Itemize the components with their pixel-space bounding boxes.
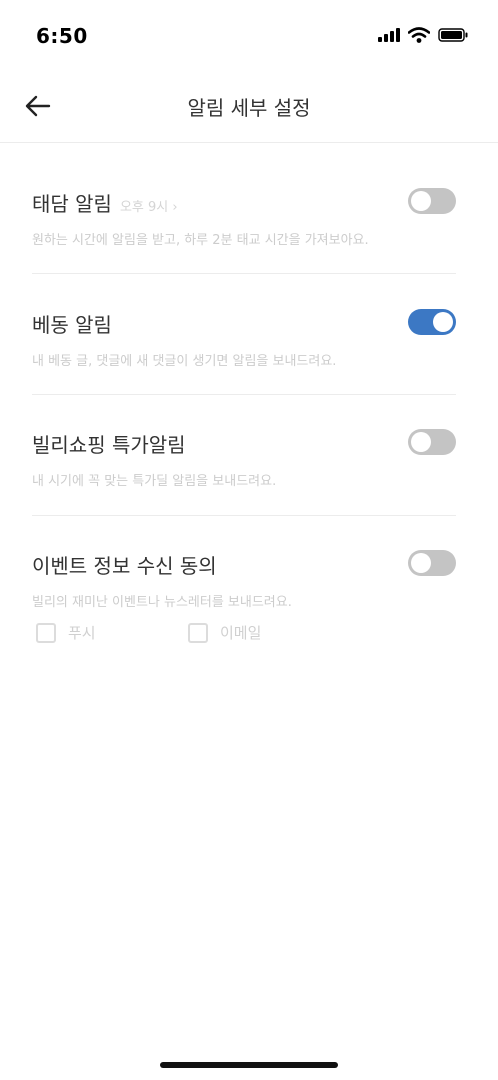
navigation-bar: 알림 세부 설정	[0, 70, 498, 143]
section-description: 원하는 시간에 알림을 받고, 하루 2분 태교 시간을 가져보아요.	[32, 233, 369, 248]
status-bar: 6:50	[0, 0, 498, 70]
section-title: 태담 알림	[32, 192, 112, 216]
status-time: 6:50	[36, 24, 88, 48]
section-description: 내 시기에 꼭 맞는 특가딜 알림을 보내드려요.	[32, 474, 277, 489]
shopping-deal-toggle[interactable]	[408, 429, 456, 455]
email-checkbox-item[interactable]: 이메일	[188, 622, 340, 643]
toggle-knob	[433, 312, 453, 332]
push-checkbox-item[interactable]: 푸시	[36, 622, 188, 643]
cellular-signal-icon	[378, 28, 400, 42]
section-description: 빌리의 재미난 이벤트나 뉴스레터를 보내드려요.	[32, 595, 292, 610]
section-description: 내 베동 글, 댓글에 새 댓글이 생기면 알림을 보내드려요.	[32, 354, 337, 369]
toggle-knob	[411, 553, 431, 573]
toggle-knob	[411, 191, 431, 211]
section-event-consent: 이벤트 정보 수신 동의 빌리의 재미난 이벤트나 뉴스레터를 보내드려요.	[32, 550, 456, 610]
divider	[32, 273, 456, 274]
section-title: 이벤트 정보 수신 동의	[32, 554, 217, 578]
email-label: 이메일	[220, 624, 262, 642]
push-checkbox[interactable]	[36, 622, 56, 643]
section-title-wrap: 이벤트 정보 수신 동의	[32, 550, 456, 579]
section-title: 빌리쇼핑 특가알림	[32, 433, 186, 457]
wifi-icon	[408, 27, 430, 43]
page-title: 알림 세부 설정	[187, 96, 311, 120]
taedam-notification-toggle[interactable]	[408, 188, 456, 214]
push-label: 푸시	[68, 624, 96, 642]
toggle-knob	[411, 432, 431, 452]
status-icons	[378, 27, 468, 43]
section-taedam-notification: 태담 알림 오후 9시 › 원하는 시간에 알림을 받고, 하루 2분 태교 시…	[32, 188, 456, 248]
event-channel-options: 푸시 이메일	[36, 622, 340, 643]
divider	[32, 515, 456, 516]
battery-icon	[438, 28, 468, 42]
email-checkbox[interactable]	[188, 622, 208, 643]
section-title: 베동 알림	[32, 313, 112, 337]
section-title-wrap: 빌리쇼핑 특가알림	[32, 429, 456, 458]
section-title-wrap: 태담 알림 오후 9시 ›	[32, 188, 456, 217]
section-bedong-notification: 베동 알림 내 베동 글, 댓글에 새 댓글이 생기면 알림을 보내드려요.	[32, 309, 456, 369]
section-shopping-deal-notification: 빌리쇼핑 특가알림 내 시기에 꼭 맞는 특가딜 알림을 보내드려요.	[32, 429, 456, 489]
divider	[32, 394, 456, 395]
notification-time-link[interactable]: 오후 9시 ›	[120, 196, 178, 215]
event-consent-toggle[interactable]	[408, 550, 456, 576]
bedong-notification-toggle[interactable]	[408, 309, 456, 335]
section-title-wrap: 베동 알림	[32, 309, 456, 338]
home-indicator	[160, 1062, 338, 1068]
